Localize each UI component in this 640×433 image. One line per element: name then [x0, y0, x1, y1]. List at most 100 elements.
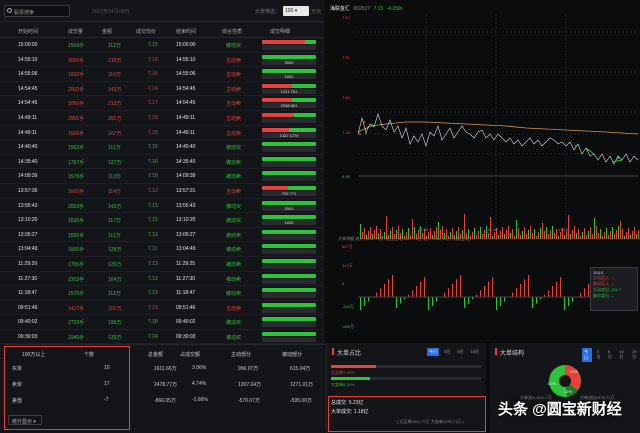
sum-cell-pct: 4.74% [192, 381, 207, 387]
table-row[interactable]: 14:55:10 3000手 213万 7.16 14:55:10 主动卖 3000 [0, 53, 324, 68]
detail-bar-label [262, 161, 316, 167]
detail-bar [262, 200, 316, 205]
cell-amt: 112万 [108, 291, 121, 298]
volume-bar [542, 223, 543, 239]
table-row[interactable]: 13:55:43 2003手 143万 7.15 13:55:43 被动买 2001 [0, 199, 324, 214]
filter-select[interactable]: 100 ▾ [283, 6, 309, 16]
cell-end: 15:00:00 [176, 42, 196, 48]
detail-bar [262, 127, 316, 132]
table-row[interactable]: 09:40:02 2723手 195万 7.18 09:40:02 被动买 [0, 315, 324, 330]
volume-bar [526, 234, 527, 239]
cell-start: 14:09:39 [18, 173, 38, 180]
table-row[interactable]: 14:55:06 1602手 115万 7.16 14:55:06 主动卖 1602 [0, 67, 324, 82]
table-row[interactable]: 13:57:36 1600手 114万 7.13 13:57:31 主动卖 799 771 [0, 184, 324, 199]
volume-bar [520, 235, 521, 239]
sell-bar-track [331, 377, 481, 380]
volume-bar [622, 229, 623, 239]
col-type[interactable]: 综合性质 [222, 28, 242, 35]
volume-bar [516, 220, 517, 239]
cell-amt: 112万 [108, 43, 121, 49]
flow-bar [380, 288, 382, 297]
cell-vol: 1578手 [68, 174, 85, 181]
table-row[interactable]: 13:04:49 1800手 128万 7.11 13:04:49 被动卖 [0, 242, 324, 257]
tick-p2: 7.40 [342, 95, 350, 100]
cell-amt: 143万 [108, 86, 122, 93]
buy-bar-label: 大买单7.32% [331, 370, 355, 375]
table-row[interactable]: 09:30:03 1940手 139万 7.24 09:30:03 被动买 [0, 330, 324, 345]
cell-vol: 1602手 [68, 72, 85, 79]
cell-amt: 111万 [108, 145, 121, 152]
tab-3d[interactable]: 3日 [442, 348, 452, 356]
volume-bar [580, 236, 581, 239]
flow-bar [524, 279, 526, 297]
cell-vol: 1552手 [68, 145, 85, 152]
flow-bar [568, 297, 570, 306]
stock-change: -4.05% [386, 6, 403, 12]
cell-avg: 7.16 [148, 85, 158, 92]
volume-bar [600, 229, 601, 239]
tick-f3: -341万 [342, 304, 355, 309]
table-row[interactable]: 13:05:27 1555手 111万 7.13 13:05:27 被动卖 [0, 228, 324, 243]
cell-start: 13:10:20 [18, 217, 38, 224]
detail-bar [262, 244, 316, 249]
tab-3d[interactable]: 3日 [595, 348, 603, 362]
flow-bar [480, 290, 482, 297]
table-row[interactable]: 11:18:47 1570手 112万 7.13 11:18:47 被动卖 [0, 286, 324, 301]
tab-10d[interactable]: 10日 [468, 348, 480, 356]
tab-5d[interactable]: 5日 [455, 348, 465, 356]
table-header: 开始时间 成交量 金额 成交均价 结束时间 综合性质 成交明细 [0, 24, 324, 38]
col-detail[interactable]: 成交明细 [270, 28, 290, 35]
flow-bar [360, 297, 362, 311]
table-row[interactable]: 14:40:40 1552手 111万 7.15 14:40:40 被动买 [0, 140, 324, 155]
cell-amt: 213万 [108, 101, 122, 108]
detail-bar [262, 112, 316, 117]
table-row[interactable]: 14:54:45 2002手 143万 7.16 14:54:45 主动卖 1221 781 [0, 82, 324, 97]
cell-amt: 195万 [108, 320, 122, 327]
volume-bar [594, 218, 595, 239]
tab-20d[interactable]: 20日 [630, 348, 640, 362]
sum-cell-passive: 1271.01万 [290, 382, 314, 388]
cell-type: 被动买 [226, 320, 242, 327]
table-row[interactable]: 14:09:39 1578手 113万 7.16 14:09:39 被动卖 [0, 169, 324, 184]
table-row[interactable]: 15:00:00 1504手 112万 7.15 15:00:00 被动买 [0, 38, 324, 53]
col-vol[interactable]: 成交量 [68, 28, 83, 35]
col-amt[interactable]: 金额 [102, 28, 112, 35]
detail-bar-label: 1322 1279 [262, 132, 316, 138]
volume-bar [636, 234, 637, 239]
detail-bar-label [262, 293, 316, 299]
stat-display-button[interactable]: 统计显示 ▾ [8, 415, 42, 425]
volume-bar [556, 229, 557, 239]
volume-bar [628, 228, 629, 239]
table-row[interactable]: 14:35:40 1757手 127万 7.16 14:35:40 被动卖 [0, 155, 324, 170]
cell-type: 被动卖 [226, 159, 242, 166]
flow-bar [420, 281, 422, 297]
detail-bar-red [262, 83, 292, 88]
table-row[interactable]: 13:10:20 1635手 117万 7.15 13:10:20 被动买 1635 [0, 213, 324, 228]
flow-bar [504, 297, 506, 302]
cell-type: 被动买 [226, 203, 242, 210]
table-row[interactable]: 09:51:46 1417手 101万 7.13 09:51:46 主动卖 [0, 301, 324, 316]
search-input[interactable]: 股票搜索 [4, 5, 70, 17]
tab-5d[interactable]: 5日 [606, 348, 614, 362]
volume-bar [512, 229, 513, 239]
flow-bar [456, 279, 458, 297]
table-row[interactable]: 11:29:29 1755手 125万 7.13 11:29:25 被动卖 [0, 257, 324, 272]
col-start[interactable]: 开始时间 [18, 28, 38, 35]
col-avg[interactable]: 成交均价 [136, 28, 156, 35]
detail-bar-label [262, 234, 316, 240]
table-row[interactable]: 14:49:11 3951手 282万 7.15 14:49:11 主动卖 [0, 111, 324, 126]
table-row[interactable]: 14:54:45 3000手 213万 7.17 14:54:45 主动卖 2338 661 [0, 96, 324, 111]
tab-today[interactable]: 今日 [582, 348, 592, 362]
col-end[interactable]: 结束时间 [176, 28, 196, 35]
volume-bar [572, 230, 573, 239]
tab-10d[interactable]: 10日 [617, 348, 627, 362]
cell-amt: 111万 [108, 232, 121, 239]
volume-bar [568, 215, 569, 239]
cell-start: 13:04:49 [18, 246, 38, 253]
cell-vol: 1504手 [68, 43, 85, 49]
tab-today[interactable]: 今日 [427, 348, 439, 356]
table-row[interactable]: 11:27:30 2303手 164万 7.13 11:27:30 被动卖 [0, 272, 324, 287]
volume-bar [588, 231, 589, 239]
volume-bar [554, 233, 555, 239]
table-row[interactable]: 14:49:11 1500手 107万 7.15 14:49:11 主动卖 1322 127… [0, 126, 324, 141]
